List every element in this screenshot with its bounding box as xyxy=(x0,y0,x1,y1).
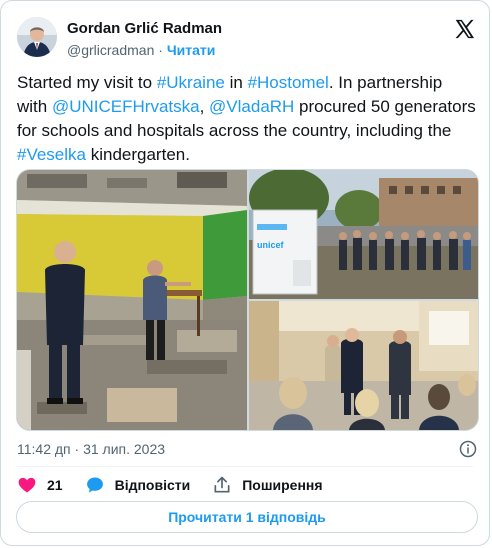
author-handle[interactable]: @grlicradman xyxy=(67,42,154,58)
tweet-text-segment: , xyxy=(199,97,210,116)
tweet-text: Started my visit to #Ukraine in #Hostome… xyxy=(17,71,477,167)
tweet-link[interactable]: #Hostomel xyxy=(248,73,329,92)
share-label: Поширення xyxy=(242,477,323,493)
avatar[interactable] xyxy=(17,17,57,57)
share-icon xyxy=(214,476,230,493)
tweet-timestamp[interactable]: 11:42 дп · 31 лип. 2023 xyxy=(17,441,165,457)
separator-dot: · xyxy=(158,42,163,58)
action-bar: 21 Відповісти Поширення xyxy=(17,475,345,495)
tweet-link[interactable]: #Ukraine xyxy=(157,73,225,92)
tweet-text-segment: Started my visit to xyxy=(17,73,157,92)
classroom-ruins-photo[interactable] xyxy=(17,170,247,430)
tweet-card: Gordan Grlić Radman @grlicradman · Читат… xyxy=(0,0,490,546)
info-icon[interactable] xyxy=(459,440,477,458)
author-handle-row: @grlicradman · Читати xyxy=(67,42,215,58)
tweet-link[interactable]: #Veselka xyxy=(17,145,86,164)
reply-label: Відповісти xyxy=(114,477,191,493)
tweet-text-segment: in xyxy=(224,73,248,92)
share-button[interactable]: Поширення xyxy=(212,475,323,495)
unicef-generator-photo[interactable]: unicef xyxy=(249,170,478,299)
heart-icon xyxy=(18,477,36,493)
tweet-link[interactable]: @VladaRH xyxy=(209,97,294,116)
divider xyxy=(17,466,473,467)
like-button[interactable]: 21 xyxy=(17,475,63,495)
tweet-text-segment: kindergarten. xyxy=(86,145,190,164)
media-grid[interactable]: unicef xyxy=(16,169,479,431)
reply-bubble-icon xyxy=(86,477,103,493)
tweet-link[interactable]: @UNICEFHrvatska xyxy=(52,97,200,116)
author-name[interactable]: Gordan Grlić Radman xyxy=(67,20,222,37)
like-count: 21 xyxy=(47,477,63,493)
meeting-hall-photo[interactable] xyxy=(249,301,478,430)
generator-brand: unicef xyxy=(257,240,285,250)
x-logo-icon[interactable] xyxy=(453,18,475,40)
follow-link[interactable]: Читати xyxy=(167,42,216,58)
read-replies-button[interactable]: Прочитати 1 відповідь xyxy=(16,501,478,533)
reply-button[interactable]: Відповісти xyxy=(85,475,191,495)
